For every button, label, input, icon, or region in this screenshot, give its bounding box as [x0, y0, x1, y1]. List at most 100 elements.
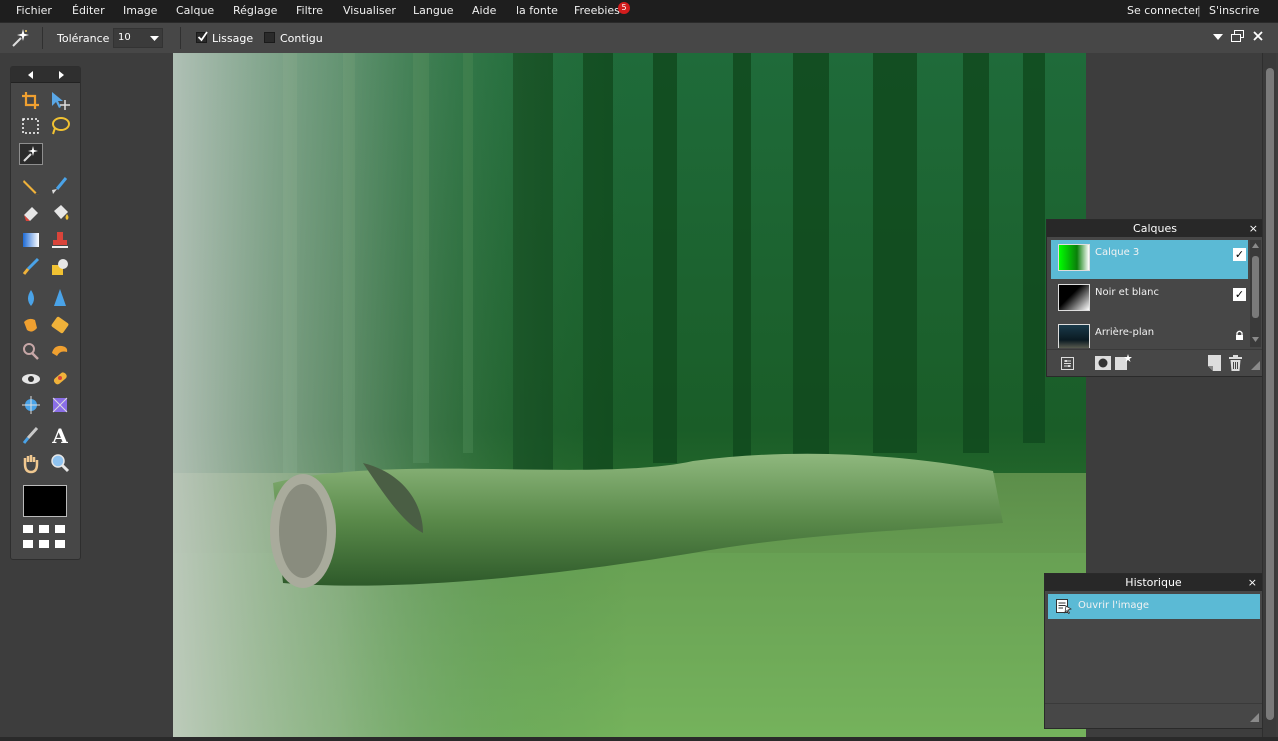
history-panel-header[interactable]: Historique ×: [1045, 574, 1262, 591]
checkmark-icon: [197, 31, 208, 42]
paint-bucket-icon[interactable]: [48, 202, 72, 224]
crop-icon[interactable]: [19, 89, 43, 111]
layers-panel-header[interactable]: Calques ×: [1047, 220, 1263, 237]
burn-icon[interactable]: [48, 340, 72, 362]
restore-window-icon[interactable]: [1231, 30, 1244, 42]
chevron-down-icon[interactable]: [150, 36, 159, 42]
foreground-color-swatch[interactable]: [23, 485, 67, 517]
pencil-icon[interactable]: [19, 175, 43, 197]
layer-settings-icon[interactable]: [1061, 357, 1074, 370]
swatch-grid[interactable]: [23, 525, 67, 549]
image-canvas[interactable]: [173, 53, 1086, 737]
gradient-icon[interactable]: [19, 229, 43, 251]
smoothing-checkbox[interactable]: [196, 31, 208, 43]
lasso-icon[interactable]: [48, 115, 72, 137]
move-icon[interactable]: [48, 89, 72, 111]
menu-image[interactable]: Image: [123, 4, 157, 17]
smoothing-label: Lissage: [212, 32, 254, 45]
scroll-down-icon[interactable]: [1252, 337, 1259, 342]
layers-panel: Calques × Calque 3 ✓ Noir et blanc ✓ Arr…: [1046, 219, 1264, 377]
layer-row-calque-3[interactable]: Calque 3 ✓: [1051, 240, 1248, 279]
signup-link[interactable]: S'inscrire: [1209, 4, 1259, 17]
color-picker-icon[interactable]: [19, 425, 43, 447]
tolerance-input[interactable]: 10: [113, 28, 163, 48]
chevron-down-icon[interactable]: [1213, 34, 1223, 40]
smudge-icon[interactable]: [19, 314, 43, 336]
menu-aide[interactable]: Aide: [472, 4, 496, 17]
menu-freebies[interactable]: Freebies: [574, 4, 620, 17]
close-icon[interactable]: ×: [1249, 220, 1258, 237]
menu-calque[interactable]: Calque: [176, 4, 214, 17]
resize-handle-icon[interactable]: [1250, 713, 1259, 722]
canvas-scroll-thumb[interactable]: [1266, 68, 1274, 720]
sponge-icon[interactable]: [48, 314, 72, 336]
login-link[interactable]: Se connecter: [1127, 4, 1199, 17]
visibility-checkbox[interactable]: ✓: [1233, 288, 1246, 301]
layer-row-noir-et-blanc[interactable]: Noir et blanc ✓: [1051, 280, 1248, 319]
close-icon[interactable]: [1253, 31, 1263, 41]
brush-icon[interactable]: [48, 175, 72, 197]
bottom-edge: [0, 737, 1278, 741]
hand-icon[interactable]: [19, 452, 43, 474]
layer-thumbnail: [1058, 324, 1090, 348]
layer-mask-icon[interactable]: [1095, 356, 1111, 370]
red-eye-icon[interactable]: [19, 367, 43, 389]
clone-stamp-icon[interactable]: [48, 229, 72, 251]
eraser-icon[interactable]: [19, 202, 43, 224]
blur-drop-icon[interactable]: [19, 287, 43, 309]
layer-name: Noir et blanc: [1095, 287, 1160, 298]
layer-styles-icon[interactable]: [1115, 354, 1133, 371]
toolbox: A: [10, 66, 81, 560]
dodge-icon[interactable]: [19, 340, 43, 362]
toolbox-header[interactable]: [11, 67, 80, 83]
menu-visualiser[interactable]: Visualiser: [343, 4, 396, 17]
zoom-icon[interactable]: [48, 452, 72, 474]
visibility-checkbox[interactable]: ✓: [1233, 248, 1246, 261]
magic-wand-icon: [12, 29, 29, 47]
layers-footer: [1047, 349, 1263, 376]
bloat-icon[interactable]: [19, 394, 43, 416]
color-replace-icon[interactable]: [19, 256, 43, 278]
history-item-open-image[interactable]: Ouvrir l'image: [1048, 594, 1260, 619]
contiguous-label: Contigu: [280, 32, 323, 45]
menu-divider: |: [1197, 4, 1201, 17]
layers-panel-title: Calques: [1133, 222, 1177, 235]
scroll-up-icon[interactable]: [1252, 243, 1259, 248]
resize-handle-icon[interactable]: [1251, 361, 1260, 370]
tolerance-label: Tolérance :: [57, 32, 117, 45]
open-document-icon: [1056, 599, 1072, 614]
history-footer-divider: [1045, 703, 1262, 704]
menu-fichier[interactable]: Fichier: [16, 4, 52, 17]
menu-langue[interactable]: Langue: [413, 4, 454, 17]
menu-editer[interactable]: Éditer: [72, 4, 105, 17]
contiguous-checkbox[interactable]: [264, 32, 275, 43]
separator: [42, 27, 43, 49]
close-icon[interactable]: ×: [1248, 574, 1257, 591]
layer-row-arriere-plan[interactable]: Arrière-plan: [1051, 320, 1248, 348]
freebies-badge: 5: [618, 2, 630, 14]
tolerance-value: 10: [118, 32, 131, 43]
separator: [180, 27, 181, 49]
type-tool-icon[interactable]: A: [48, 425, 72, 447]
tool-options-bar: Tolérance : 10 Lissage Contigu: [0, 22, 1278, 53]
delete-layer-icon[interactable]: [1229, 355, 1242, 371]
drawing-shapes-icon[interactable]: [48, 256, 72, 278]
menu-la-fonte[interactable]: la fonte: [516, 4, 558, 17]
spot-heal-icon[interactable]: [48, 367, 72, 389]
new-layer-icon[interactable]: [1208, 355, 1221, 371]
layers-scrollbar[interactable]: [1250, 240, 1261, 347]
menu-reglage[interactable]: Réglage: [233, 4, 277, 17]
sharpen-icon[interactable]: [48, 287, 72, 309]
collapse-left-icon[interactable]: [28, 71, 34, 79]
pinch-icon[interactable]: [48, 394, 72, 416]
layers-scroll-thumb[interactable]: [1252, 256, 1259, 318]
layer-thumbnail: [1058, 284, 1090, 311]
layer-name: Calque 3: [1095, 247, 1140, 258]
collapse-right-icon[interactable]: [59, 71, 65, 79]
history-panel: Historique × Ouvrir l'image: [1044, 573, 1263, 729]
marquee-icon[interactable]: [19, 115, 43, 137]
menu-filtre[interactable]: Filtre: [296, 4, 323, 17]
history-item-label: Ouvrir l'image: [1078, 600, 1149, 611]
magic-wand-tool[interactable]: [19, 143, 43, 165]
layer-thumbnail: [1058, 244, 1090, 271]
